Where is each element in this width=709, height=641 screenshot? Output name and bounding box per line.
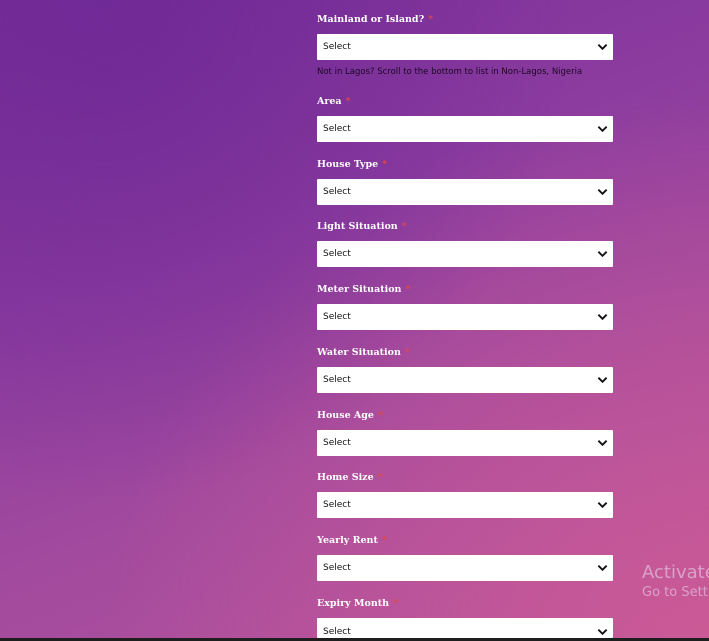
- required-marker: *: [377, 410, 383, 421]
- select-value: Select: [323, 500, 351, 510]
- home-size-select[interactable]: Select: [317, 492, 613, 518]
- chevron-down-icon: [597, 44, 608, 51]
- field-label: House Age *: [317, 410, 383, 421]
- select-value: Select: [323, 312, 351, 322]
- chevron-down-icon: [597, 126, 608, 133]
- field-label: House Type *: [317, 159, 388, 170]
- select-value: Select: [323, 563, 351, 573]
- water-situation-select[interactable]: Select: [317, 367, 613, 393]
- meter-situation-select[interactable]: Select: [317, 304, 613, 330]
- select-value: Select: [323, 627, 351, 637]
- yearly-rent-select[interactable]: Select: [317, 555, 613, 581]
- chevron-down-icon: [597, 629, 608, 636]
- required-marker: *: [401, 221, 407, 232]
- select-value: Select: [323, 124, 351, 134]
- chevron-down-icon: [597, 251, 608, 258]
- mainland-or-island-select[interactable]: Select: [317, 34, 613, 60]
- chevron-down-icon: [597, 440, 608, 447]
- field-label: Yearly Rent *: [317, 535, 387, 546]
- field-label: Water Situation *: [317, 347, 410, 358]
- field-label: Area *: [317, 96, 351, 107]
- expiry-month-select[interactable]: Select: [317, 618, 613, 638]
- chevron-down-icon: [597, 565, 608, 572]
- house-type-select[interactable]: Select: [317, 179, 613, 205]
- light-situation-select[interactable]: Select: [317, 241, 613, 267]
- location-hint: Not in Lagos? Scroll to the bottom to li…: [317, 67, 583, 77]
- chevron-down-icon: [597, 502, 608, 509]
- required-marker: *: [382, 159, 388, 170]
- chevron-down-icon: [597, 314, 608, 321]
- select-value: Select: [323, 42, 351, 52]
- watermark-title: Activate: [642, 562, 709, 583]
- chevron-down-icon: [597, 377, 608, 384]
- required-marker: *: [345, 96, 351, 107]
- required-marker: *: [404, 347, 410, 358]
- field-label: Home Size *: [317, 472, 383, 483]
- required-marker: *: [428, 14, 434, 25]
- required-marker: *: [393, 598, 399, 609]
- field-label: Meter Situation *: [317, 284, 411, 295]
- select-value: Select: [323, 438, 351, 448]
- house-age-select[interactable]: Select: [317, 430, 613, 456]
- required-marker: *: [405, 284, 411, 295]
- field-label: Light Situation *: [317, 221, 407, 232]
- area-select[interactable]: Select: [317, 116, 613, 142]
- field-label: Mainland or Island? *: [317, 14, 434, 25]
- required-marker: *: [377, 472, 383, 483]
- field-label: Expiry Month *: [317, 598, 399, 609]
- watermark-subtitle: Go to Sett: [642, 585, 708, 600]
- select-value: Select: [323, 375, 351, 385]
- required-marker: *: [381, 535, 387, 546]
- windows-activation-watermark: Activate Go to Sett: [642, 562, 709, 602]
- select-value: Select: [323, 249, 351, 259]
- chevron-down-icon: [597, 189, 608, 196]
- select-value: Select: [323, 187, 351, 197]
